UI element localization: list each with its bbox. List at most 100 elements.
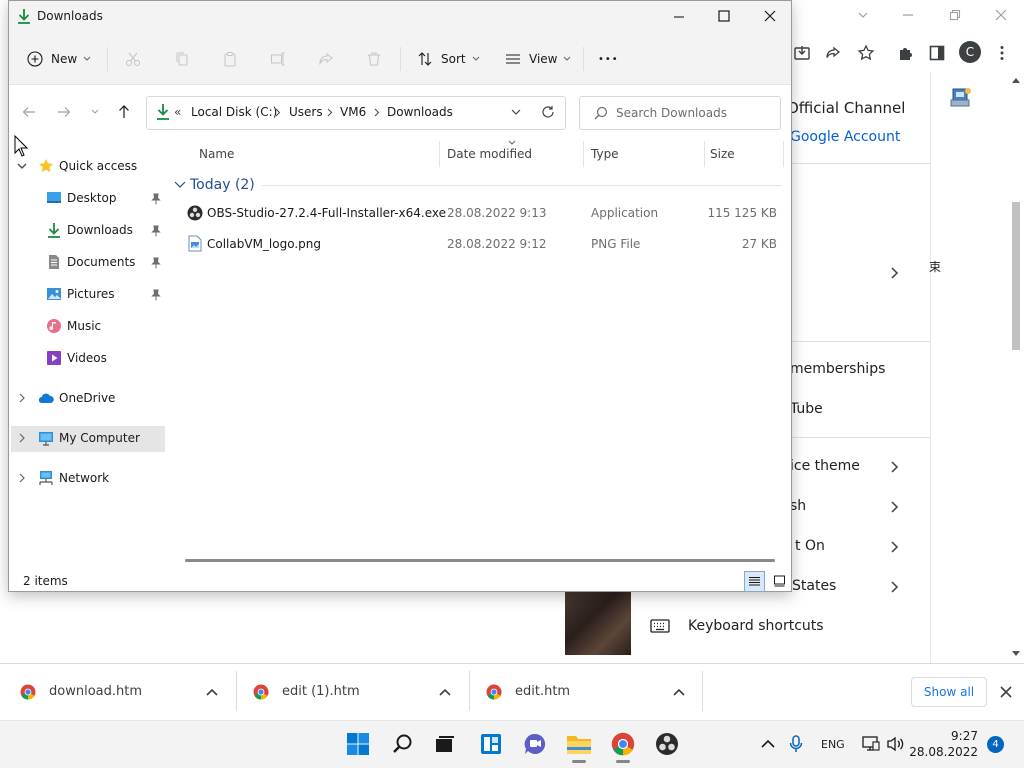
profile-avatar[interactable]: C: [959, 41, 981, 63]
microphone-icon[interactable]: [789, 735, 803, 753]
chevron-up-icon[interactable]: [206, 687, 218, 697]
nav-my-computer[interactable]: My Computer: [59, 431, 140, 445]
breadcrumb-downloads[interactable]: Downloads: [387, 105, 453, 119]
pin-icon[interactable]: [150, 257, 162, 269]
column-divider[interactable]: [439, 141, 440, 167]
menu-item-location[interactable]: States: [792, 578, 836, 594]
breadcrumb-separator-icon[interactable]: [374, 108, 380, 117]
start-windows-icon[interactable]: [345, 731, 371, 757]
chrome-minimize-icon[interactable]: [893, 3, 923, 27]
view-button[interactable]: View: [505, 45, 571, 73]
page-scrollbar[interactable]: [1008, 72, 1024, 663]
breadcrumb-separator-icon[interactable]: [275, 108, 281, 117]
nav-pictures[interactable]: Pictures: [67, 287, 115, 301]
scroll-down-arrow-icon[interactable]: [1011, 650, 1021, 658]
menu-item-restricted-mode[interactable]: t On: [795, 538, 825, 554]
see-more-button[interactable]: •••: [598, 45, 619, 73]
chrome-tab-search-icon[interactable]: [848, 3, 878, 27]
nav-documents[interactable]: Documents: [67, 255, 135, 269]
task-view-icon[interactable]: [432, 731, 458, 757]
details-view-button[interactable]: [744, 571, 765, 592]
close-icon[interactable]: [764, 10, 776, 22]
share-icon[interactable]: [822, 42, 844, 64]
nav-network[interactable]: Network: [59, 471, 109, 485]
obs-studio-icon[interactable]: [654, 731, 680, 757]
pin-icon[interactable]: [150, 193, 162, 205]
up-arrow-icon[interactable]: [117, 104, 131, 119]
search-icon[interactable]: [390, 731, 416, 757]
extensions-puzzle-icon[interactable]: [895, 42, 917, 64]
volume-icon[interactable]: [886, 736, 906, 752]
column-header-date[interactable]: Date modified: [447, 147, 532, 161]
menu-item-keyboard-shortcuts[interactable]: Keyboard shortcuts: [688, 618, 824, 634]
expand-chevron-down-icon[interactable]: [16, 160, 28, 172]
pin-icon[interactable]: [150, 225, 162, 237]
share-file-icon[interactable]: [318, 51, 334, 67]
scroll-up-arrow-icon[interactable]: [1011, 76, 1021, 84]
menu-google-account-link[interactable]: Google Account: [790, 129, 900, 145]
group-collapse-chevron-icon[interactable]: [174, 180, 186, 190]
network-display-icon[interactable]: [862, 736, 880, 752]
chrome-taskbar-icon[interactable]: [610, 731, 636, 757]
large-icons-view-button[interactable]: [769, 571, 789, 591]
search-box[interactable]: [579, 96, 781, 130]
install-app-icon[interactable]: [791, 42, 813, 64]
horizontal-scrollbar[interactable]: [185, 559, 775, 562]
file-explorer-icon[interactable]: [566, 731, 592, 757]
chrome-restore-icon[interactable]: [940, 3, 970, 27]
bookmark-star-icon[interactable]: [855, 42, 877, 64]
column-divider[interactable]: [583, 141, 584, 167]
recent-locations-chevron-icon[interactable]: [91, 109, 99, 115]
widgets-icon[interactable]: [478, 731, 504, 757]
chrome-menu-kebab-icon[interactable]: [991, 42, 1013, 64]
search-input[interactable]: [616, 106, 766, 120]
side-panel-icon[interactable]: [926, 42, 948, 64]
video-thumbnail[interactable]: [565, 592, 631, 655]
menu-item-language[interactable]: sh: [790, 498, 806, 514]
notification-badge[interactable]: 4: [987, 736, 1004, 753]
new-button[interactable]: New: [27, 45, 91, 73]
nav-onedrive[interactable]: OneDrive: [59, 391, 115, 405]
breadcrumb-overflow[interactable]: «: [174, 105, 181, 119]
chevron-up-icon[interactable]: [673, 687, 685, 697]
menu-item-your-data[interactable]: Tube: [790, 401, 823, 417]
group-header-today[interactable]: Today (2): [190, 177, 255, 193]
file-row[interactable]: CollabVM_logo.png 28.08.2022 9:12 PNG Fi…: [174, 232, 784, 258]
column-divider[interactable]: [783, 141, 784, 167]
address-history-chevron-icon[interactable]: [511, 109, 521, 116]
column-divider[interactable]: [704, 141, 705, 167]
column-header-size[interactable]: Size: [710, 147, 735, 161]
minimize-icon[interactable]: [673, 11, 685, 23]
delete-trash-icon[interactable]: [366, 51, 382, 67]
column-header-type[interactable]: Type: [591, 147, 619, 161]
menu-item-memberships[interactable]: memberships: [790, 361, 885, 377]
nav-downloads[interactable]: Downloads: [67, 223, 133, 237]
breadcrumb-separator-icon[interactable]: [327, 108, 333, 117]
nav-videos[interactable]: Videos: [67, 351, 107, 365]
expand-chevron-right-icon[interactable]: [16, 392, 28, 404]
nav-quick-access[interactable]: Quick access: [59, 159, 137, 173]
maximize-icon[interactable]: [718, 10, 730, 22]
pin-icon[interactable]: [150, 289, 162, 301]
show-all-downloads-button[interactable]: Show all: [911, 677, 987, 707]
refresh-icon[interactable]: [541, 105, 555, 119]
clock-time[interactable]: 9:27: [926, 729, 978, 743]
download-item-name[interactable]: download.htm: [49, 684, 142, 699]
expand-chevron-right-icon[interactable]: [16, 472, 28, 484]
expand-chevron-right-icon[interactable]: [16, 432, 28, 444]
forward-arrow-icon[interactable]: [57, 105, 71, 119]
show-hidden-icons-chevron-icon[interactable]: [761, 739, 775, 749]
nav-desktop[interactable]: Desktop: [67, 191, 117, 205]
chevron-up-icon[interactable]: [439, 687, 451, 697]
download-item-name[interactable]: edit.htm: [515, 684, 570, 699]
nav-music[interactable]: Music: [67, 319, 101, 333]
input-language[interactable]: ENG: [821, 738, 845, 751]
rename-icon[interactable]: [270, 51, 286, 67]
download-item-name[interactable]: edit (1).htm: [282, 684, 360, 699]
breadcrumb-users[interactable]: Users: [289, 105, 323, 119]
breadcrumb-local-disk[interactable]: Local Disk (C:): [191, 105, 277, 119]
breadcrumb-vm6[interactable]: VM6: [340, 105, 366, 119]
clock-date[interactable]: 28.08.2022: [906, 745, 978, 759]
menu-item-appearance[interactable]: ice theme: [790, 458, 860, 474]
page-scrollbar-thumb[interactable]: [1012, 202, 1020, 350]
